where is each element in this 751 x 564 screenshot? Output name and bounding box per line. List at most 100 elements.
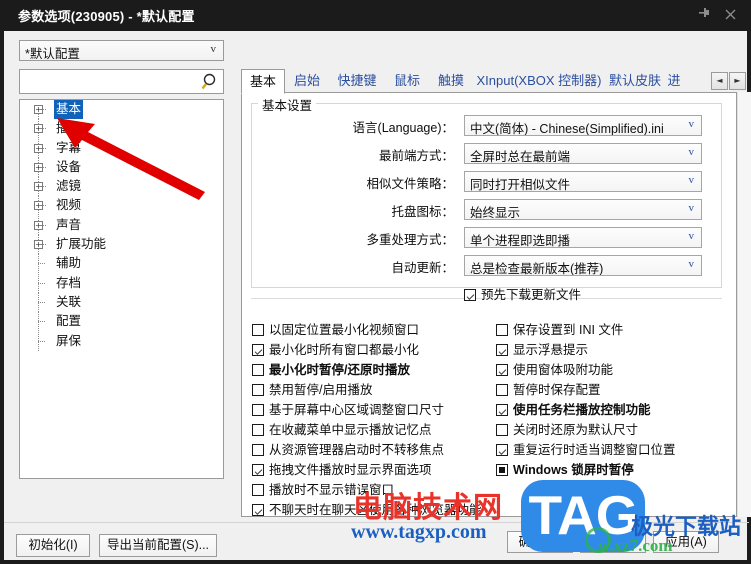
tab-1[interactable]: 启始 bbox=[285, 70, 329, 93]
checkbox-box-icon[interactable] bbox=[252, 324, 264, 336]
checkbox-checkboxes_right-6[interactable]: 重复运行时适当调整窗口位置 bbox=[496, 441, 676, 460]
close-icon-glyph bbox=[725, 9, 735, 20]
checkbox-box-icon[interactable] bbox=[252, 344, 264, 356]
tree-item-6[interactable]: +声音 bbox=[20, 215, 223, 236]
checkbox-box-icon[interactable] bbox=[496, 384, 508, 396]
checkbox-checkboxes_left-2[interactable]: 最小化时暂停/还原时播放 bbox=[252, 361, 410, 380]
setting-label-0: 语言(Language)： bbox=[352, 121, 454, 135]
search-box[interactable] bbox=[19, 69, 224, 94]
checkbox-checkboxes_right-4[interactable]: 使用任务栏播放控制功能 bbox=[496, 401, 651, 420]
checkbox-box-icon[interactable] bbox=[252, 504, 264, 516]
checkbox-label: 最小化时暂停/还原时播放 bbox=[269, 363, 410, 377]
tab-4[interactable]: 触摸 bbox=[429, 70, 473, 93]
tree-stem bbox=[38, 177, 39, 183]
checkbox-box-icon[interactable] bbox=[496, 404, 508, 416]
setting-value-2: 同时打开相似文件 bbox=[470, 178, 571, 192]
tree-item-0[interactable]: +基本 bbox=[20, 100, 223, 120]
config-profile-dropdown[interactable]: *默认配置 v bbox=[19, 40, 224, 61]
tab-page-scrollbar[interactable] bbox=[737, 92, 751, 517]
pin-icon[interactable] bbox=[693, 5, 715, 25]
tree-item-10[interactable]: 关联 bbox=[20, 292, 223, 313]
tab-5[interactable]: XInput(XBOX 控制器) bbox=[473, 70, 605, 93]
tree-stem bbox=[38, 138, 39, 144]
checkbox-checkboxes_right-7[interactable]: Windows 锁屏时暂停 bbox=[496, 461, 634, 480]
checkbox-prefetch-update[interactable]: 预先下载更新文件 bbox=[464, 286, 581, 305]
checkbox-box-icon[interactable] bbox=[496, 344, 508, 356]
checkbox-checkboxes_left-6[interactable]: 从资源管理器启动时不转移焦点 bbox=[252, 441, 444, 460]
checkbox-box-icon[interactable] bbox=[252, 484, 264, 496]
checkbox-box-icon[interactable] bbox=[252, 404, 264, 416]
checkbox-checkboxes_right-0[interactable]: 保存设置到 INI 文件 bbox=[496, 321, 623, 340]
checkbox-checkboxes_left-1[interactable]: 最小化时所有窗口都最小化 bbox=[252, 341, 419, 360]
setting-value-3: 始终显示 bbox=[470, 206, 521, 220]
tree-item-label: 滤镜 bbox=[56, 179, 82, 194]
tree-item-2[interactable]: +字幕 bbox=[20, 138, 223, 159]
watermark-xz-url: w.xz7.com bbox=[598, 536, 673, 555]
tab-3[interactable]: 鼠标 bbox=[385, 70, 429, 93]
tab-label: XInput(XBOX 控制器) bbox=[476, 73, 602, 88]
tree-connector bbox=[39, 147, 47, 149]
search-input[interactable] bbox=[20, 70, 198, 93]
checkbox-checkboxes_right-3[interactable]: 暂停时保存配置 bbox=[496, 381, 601, 400]
setting-dropdown-0[interactable]: 中文(简体) - Chinese(Simplified).ini v bbox=[464, 115, 702, 136]
tree-item-3[interactable]: +设备 bbox=[20, 157, 223, 178]
tree-item-label: 屏保 bbox=[56, 333, 82, 348]
settings-category-tree[interactable]: +基本+播放+字幕+设备+滤镜+视频+声音+扩展功能辅助存档关联配置屏保 bbox=[19, 99, 224, 479]
checkbox-box-icon[interactable] bbox=[496, 444, 508, 456]
tab-7[interactable]: 进 bbox=[665, 70, 683, 93]
setting-dropdown-5[interactable]: 总是检查最新版本(推荐) v bbox=[464, 255, 702, 276]
tree-item-7[interactable]: +扩展功能 bbox=[20, 235, 223, 256]
checkbox-checkboxes_left-4[interactable]: 基于屏幕中心区域调整窗口尺寸 bbox=[252, 401, 444, 420]
checkbox-label: 保存设置到 INI 文件 bbox=[513, 323, 624, 337]
tab-scroll-right-button[interactable]: ► bbox=[729, 72, 746, 90]
tree-item-label: 视频 bbox=[56, 198, 82, 213]
setting-dropdown-1[interactable]: 全屏时总在最前端 v bbox=[464, 143, 702, 164]
tree-connector bbox=[39, 128, 47, 130]
checkbox-box-icon[interactable] bbox=[252, 464, 264, 476]
checkbox-box-icon[interactable] bbox=[252, 364, 264, 376]
checkbox-checkboxes_right-5[interactable]: 关闭时还原为默认尺寸 bbox=[496, 421, 638, 440]
tab-0[interactable]: 基本 bbox=[241, 69, 285, 94]
setting-dropdown-2[interactable]: 同时打开相似文件 v bbox=[464, 171, 702, 192]
checkbox-checkboxes_left-3[interactable]: 禁用暂停/启用播放 bbox=[252, 381, 372, 400]
checkbox-box-icon[interactable] bbox=[252, 384, 264, 396]
checkbox-box-icon[interactable] bbox=[252, 444, 264, 456]
checkbox-checkboxes_left-7[interactable]: 拖拽文件播放时显示界面选项 bbox=[252, 461, 432, 480]
tree-item-9[interactable]: 存档 bbox=[20, 273, 223, 294]
setting-value-0: 中文(简体) - Chinese(Simplified).ini bbox=[470, 122, 664, 136]
checkbox-checkboxes_left-5[interactable]: 在收藏菜单中显示播放记忆点 bbox=[252, 421, 432, 440]
checkbox-box-icon[interactable] bbox=[496, 464, 508, 476]
checkbox-box-icon[interactable] bbox=[464, 289, 476, 301]
checkbox-box-icon[interactable] bbox=[252, 424, 264, 436]
checkbox-box-icon[interactable] bbox=[496, 324, 508, 336]
checkbox-box-icon[interactable] bbox=[496, 364, 508, 376]
tree-item-4[interactable]: +滤镜 bbox=[20, 177, 223, 198]
checkbox-checkboxes_right-1[interactable]: 显示浮悬提示 bbox=[496, 341, 588, 360]
tab-6[interactable]: 默认皮肤 bbox=[605, 70, 665, 93]
export-config-button[interactable]: 导出当前配置(S)... bbox=[99, 534, 217, 557]
tree-item-11[interactable]: 配置 bbox=[20, 312, 223, 332]
tree-item-1[interactable]: +播放 bbox=[20, 119, 223, 140]
tab-strip[interactable]: 进默认皮肤 XInput(XBOX 控制器) 触摸 鼠标 快捷键 启始 基本 ◄ ► bbox=[241, 69, 751, 94]
tree-leaf-connector bbox=[34, 254, 46, 274]
setting-dropdown-4[interactable]: 单个进程即选即播 v bbox=[464, 227, 702, 248]
tree-connector bbox=[39, 244, 47, 246]
tab-scroll-left-button[interactable]: ◄ bbox=[711, 72, 728, 90]
checkbox-box-icon[interactable] bbox=[496, 424, 508, 436]
watermark-site-name: 电脑技术网 bbox=[353, 490, 504, 524]
tree-item-12[interactable]: 屏保 bbox=[20, 331, 223, 352]
search-icon[interactable] bbox=[200, 73, 219, 91]
tab-2[interactable]: 快捷键 bbox=[329, 70, 385, 93]
tree-item-label: 设备 bbox=[56, 159, 82, 174]
checkbox-checkboxes_left-0[interactable]: 以固定位置最小化视频窗口 bbox=[252, 321, 419, 340]
tree-item-label: 播放 bbox=[56, 121, 82, 136]
tree-stem bbox=[38, 215, 39, 221]
tree-item-8[interactable]: 辅助 bbox=[20, 254, 223, 274]
setting-dropdown-3[interactable]: 始终显示 v bbox=[464, 199, 702, 220]
tree-leaf-connector bbox=[34, 331, 46, 352]
checkbox-checkboxes_right-2[interactable]: 使用窗体吸附功能 bbox=[496, 361, 613, 380]
search-icon-glyph bbox=[201, 73, 216, 90]
close-icon[interactable] bbox=[719, 5, 741, 25]
tree-item-5[interactable]: +视频 bbox=[20, 196, 223, 217]
initialize-button[interactable]: 初始化(I) bbox=[16, 534, 90, 557]
